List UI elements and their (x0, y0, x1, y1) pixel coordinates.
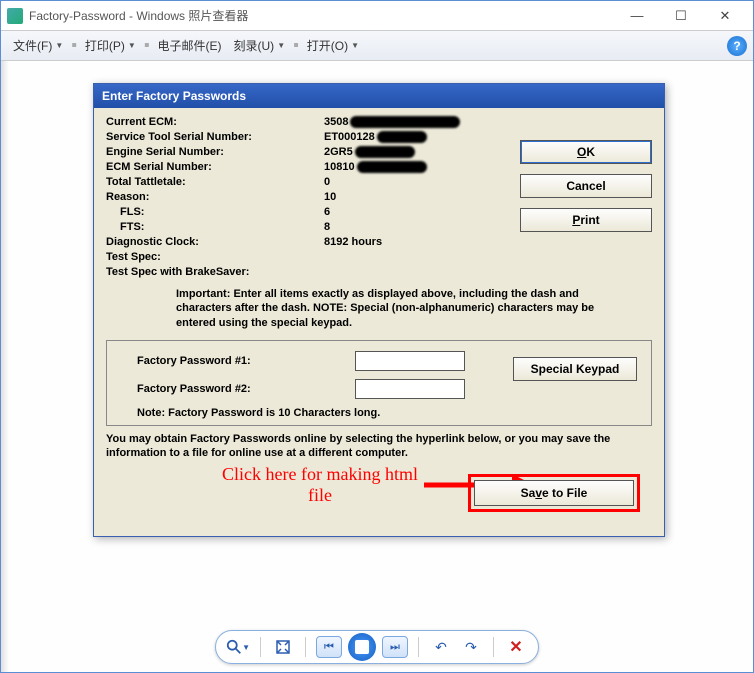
test-spec-bs-label: Test Spec with BrakeSaver: (106, 266, 406, 278)
menu-separator: ▪ (144, 37, 150, 55)
viewer-toolbar: ▼ ⏮ ⏭ ↶ ↷ ✕ (215, 630, 539, 664)
fls-label: FLS: (106, 206, 324, 218)
menu-separator: ▪ (71, 37, 77, 55)
service-tool-value: ET000128 (324, 131, 427, 143)
special-keypad-button[interactable]: Special Keypad (513, 357, 637, 381)
reason-label: Reason: (106, 191, 324, 203)
magnifier-icon (226, 638, 242, 656)
menu-email[interactable]: 电子邮件(E) (152, 33, 228, 58)
skip-prev-icon: ⏮ (324, 641, 334, 654)
dialog-button-column: OK Cancel Print (520, 140, 652, 232)
minimize-button[interactable]: — (615, 2, 659, 30)
print-button[interactable]: Print (520, 208, 652, 232)
slideshow-button[interactable] (348, 633, 376, 661)
redacted (357, 161, 427, 173)
diag-clock-value: 8192 hours (324, 236, 382, 248)
service-tool-label: Service Tool Serial Number: (106, 131, 324, 143)
save-to-file-highlight: Save to File (468, 474, 640, 512)
dialog-body: Current ECM:3508 Service Tool Serial Num… (94, 108, 664, 536)
toolbar-separator (305, 637, 306, 657)
menu-file[interactable]: 文件(F) ▼ (7, 33, 69, 58)
tattletale-label: Total Tattletale: (106, 176, 324, 188)
chevron-down-icon: ▼ (128, 41, 136, 50)
help-icon[interactable]: ? (727, 36, 747, 56)
important-note: Important: Enter all items exactly as di… (106, 281, 652, 336)
engine-serial-label: Engine Serial Number: (106, 146, 324, 158)
save-to-file-button[interactable]: Save to File (474, 480, 634, 506)
redacted (355, 146, 415, 158)
test-spec-label: Test Spec: (106, 251, 324, 263)
password-note: Note: Factory Password is 10 Characters … (121, 407, 637, 419)
password2-label: Factory Password #2: (121, 383, 355, 395)
password1-label: Factory Password #1: (121, 355, 355, 367)
viewer-area: Enter Factory Passwords Current ECM:3508… (1, 61, 753, 672)
toolbar-separator (260, 637, 261, 657)
delete-button[interactable]: ✕ (504, 635, 528, 659)
info-area: Current ECM:3508 Service Tool Serial Num… (106, 116, 652, 278)
password-box: Factory Password #1: Factory Password #2… (106, 340, 652, 426)
menu-open[interactable]: 打开(O) ▼ (301, 33, 365, 58)
chevron-down-icon: ▼ (351, 41, 359, 50)
maximize-button[interactable]: ☐ (659, 2, 703, 30)
close-button[interactable]: ✕ (703, 2, 747, 30)
zoom-button[interactable]: ▼ (226, 635, 250, 659)
password1-input[interactable] (355, 351, 465, 371)
reason-value: 10 (324, 191, 336, 203)
menu-burn[interactable]: 刻录(U) ▼ (228, 33, 292, 58)
ecm-serial-value: 10810 (324, 161, 427, 173)
next-button[interactable]: ⏭ (382, 636, 408, 658)
fit-icon (275, 639, 291, 655)
redacted (350, 116, 460, 128)
skip-next-icon: ⏭ (390, 641, 400, 654)
chevron-down-icon: ▼ (277, 41, 285, 50)
menu-separator: ▪ (293, 37, 299, 55)
current-ecm-value: 3508 (324, 116, 460, 128)
window-controls: — ☐ ✕ (615, 2, 747, 30)
window-title: Factory-Password - Windows 照片查看器 (29, 7, 615, 24)
titlebar: Factory-Password - Windows 照片查看器 — ☐ ✕ (1, 1, 753, 31)
menubar: 文件(F) ▼ ▪ 打印(P) ▼ ▪ 电子邮件(E) 刻录(U) ▼ ▪ 打开… (1, 31, 753, 61)
app-icon (7, 8, 23, 24)
rotate-cw-icon: ↷ (465, 639, 477, 656)
fts-label: FTS: (106, 221, 324, 233)
rotate-cw-button[interactable]: ↷ (459, 635, 483, 659)
rotate-ccw-icon: ↶ (435, 639, 447, 656)
app-window: Factory-Password - Windows 照片查看器 — ☐ ✕ 文… (0, 0, 754, 673)
cancel-button[interactable]: Cancel (520, 174, 652, 198)
menu-print[interactable]: 打印(P) ▼ (79, 33, 142, 58)
fit-button[interactable] (271, 635, 295, 659)
delete-icon: ✕ (509, 637, 522, 657)
factory-password-dialog: Enter Factory Passwords Current ECM:3508… (93, 83, 665, 537)
current-ecm-label: Current ECM: (106, 116, 324, 128)
obtain-text: You may obtain Factory Passwords online … (106, 432, 652, 461)
fls-value: 6 (324, 206, 330, 218)
ok-button[interactable]: OK (520, 140, 652, 164)
toolbar-separator (493, 637, 494, 657)
side-shadow (1, 61, 9, 672)
dialog-title: Enter Factory Passwords (94, 84, 664, 108)
toolbar-separator (418, 637, 419, 657)
tattletale-value: 0 (324, 176, 330, 188)
diag-clock-label: Diagnostic Clock: (106, 236, 324, 248)
prev-button[interactable]: ⏮ (316, 636, 342, 658)
engine-serial-value: 2GR5 (324, 146, 415, 158)
chevron-down-icon: ▼ (55, 41, 63, 50)
redacted (377, 131, 427, 143)
fts-value: 8 (324, 221, 330, 233)
slideshow-icon (355, 640, 369, 654)
ecm-serial-label: ECM Serial Number: (106, 161, 324, 173)
password2-input[interactable] (355, 379, 465, 399)
rotate-ccw-button[interactable]: ↶ (429, 635, 453, 659)
